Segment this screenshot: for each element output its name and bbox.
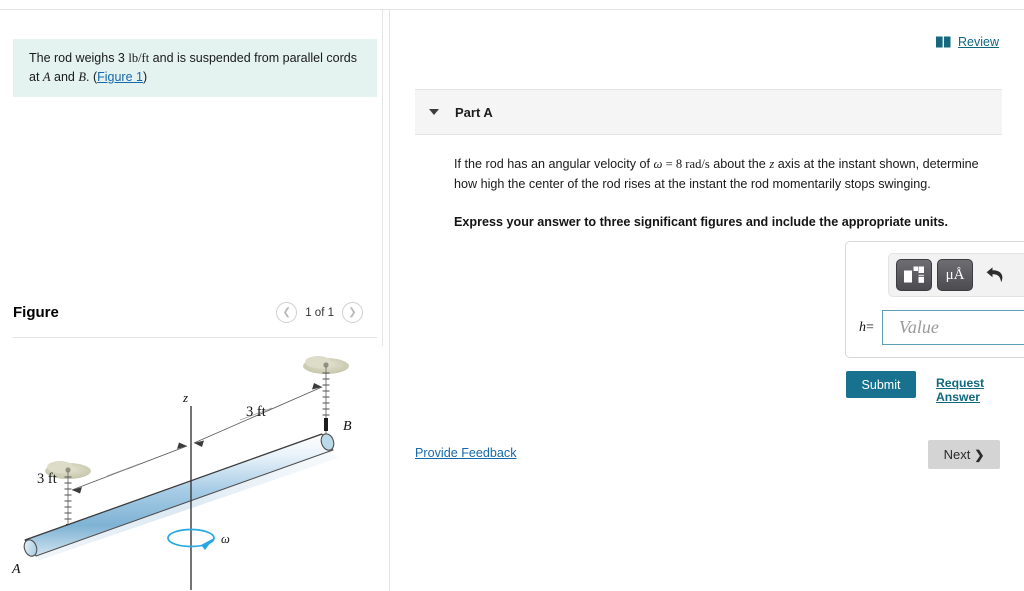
page-root: The rod weighs 3 lb/ft and is suspended … [0, 0, 1024, 591]
chevron-left-icon: ❮ [282, 306, 291, 318]
problem-paren-close: ) [142, 70, 148, 84]
chevron-right-icon: ❯ [348, 306, 357, 318]
next-button-label: Next [943, 447, 971, 462]
undo-button[interactable] [978, 260, 1012, 290]
redo-button[interactable] [1014, 260, 1024, 290]
value-input[interactable]: Value [881, 310, 1024, 345]
value-placeholder: Value [898, 317, 939, 337]
figure-prev-button[interactable]: ❮ [276, 302, 298, 323]
dimension-right-label: 3 ft [246, 404, 266, 420]
answer-instruction: Express your answer to three significant… [454, 215, 949, 229]
question-mid: about the [709, 157, 770, 171]
problem-weight-units: lb/ft [128, 51, 150, 65]
part-a-label: Part A [455, 104, 493, 120]
dimension-right: 3 ft [193, 383, 323, 447]
figure-header: Figure ❮ 1 of 1 ❯ [13, 302, 377, 336]
omega-arrow: ω [167, 528, 230, 550]
answer-widget: μÅ h= Value [845, 241, 1024, 358]
figure-title: Figure [13, 304, 59, 321]
review-link[interactable]: Review [936, 35, 999, 49]
next-button[interactable]: Next ❯ [928, 440, 1000, 469]
rod-diagram-svg: z ω 3 ft 3 ft A B [11, 356, 352, 590]
part-a-header[interactable]: Part A [415, 89, 1002, 135]
provide-feedback-link[interactable]: Provide Feedback [415, 446, 517, 460]
units-button[interactable]: μÅ [937, 259, 973, 291]
figure-pager: ❮ 1 of 1 ❯ [276, 302, 363, 323]
math-template-button[interactable] [896, 259, 932, 291]
chevron-right-icon: ❯ [974, 447, 985, 462]
undo-arrow-icon [986, 266, 1002, 282]
problem-statement-box: The rod weighs 3 lb/ft and is suspended … [13, 39, 377, 97]
question-pre: If the rod has an angular velocity of [454, 157, 654, 171]
figure-page-label: 1 of 1 [305, 306, 334, 319]
label-point-a: A [11, 562, 21, 577]
question-eq: = 8 [662, 157, 686, 171]
request-answer-link[interactable]: Request Answer [936, 376, 1024, 404]
book-icon [936, 36, 951, 48]
cord-b [322, 366, 330, 438]
dimension-left-label: 3 ft [37, 471, 57, 487]
problem-text-and: and [50, 70, 79, 84]
figure-next-button[interactable]: ❯ [342, 302, 363, 323]
problem-statement-text: The rod weighs 3 lb/ft and is suspended … [29, 49, 361, 87]
equals-sign: = [866, 319, 874, 335]
answer-variable-label: h= [859, 320, 874, 336]
rad-units: rad/s [685, 157, 710, 171]
omega-label: ω [221, 532, 230, 546]
review-label: Review [958, 35, 999, 49]
figure-image[interactable]: z ω 3 ft 3 ft A B [0, 346, 383, 591]
problem-paren-open: . ( [86, 70, 98, 84]
answer-toolbar: μÅ [888, 253, 1024, 297]
problem-text-1: The rod weighs 3 [29, 51, 129, 65]
z-axis-label: z [182, 390, 188, 405]
variable-h: h [859, 319, 866, 335]
problem-point-a: A [42, 70, 51, 84]
submit-button[interactable]: Submit [846, 371, 916, 398]
label-point-b: B [343, 419, 352, 434]
left-panel: The rod weighs 3 lb/ft and is suspended … [0, 10, 383, 591]
answer-input-row: h= Value Units [859, 310, 1024, 345]
math-template-icon [904, 266, 924, 283]
micro-angstrom-icon: μÅ [945, 266, 965, 283]
figure-1-link[interactable]: Figure 1 [97, 70, 143, 84]
triangle-down-icon[interactable] [429, 109, 439, 115]
question-text: If the rod has an angular velocity of ω … [454, 155, 999, 194]
right-panel: Review Part A If the rod has an angular … [390, 10, 1024, 591]
figure-divider [13, 337, 377, 338]
problem-point-b: B [78, 70, 86, 84]
